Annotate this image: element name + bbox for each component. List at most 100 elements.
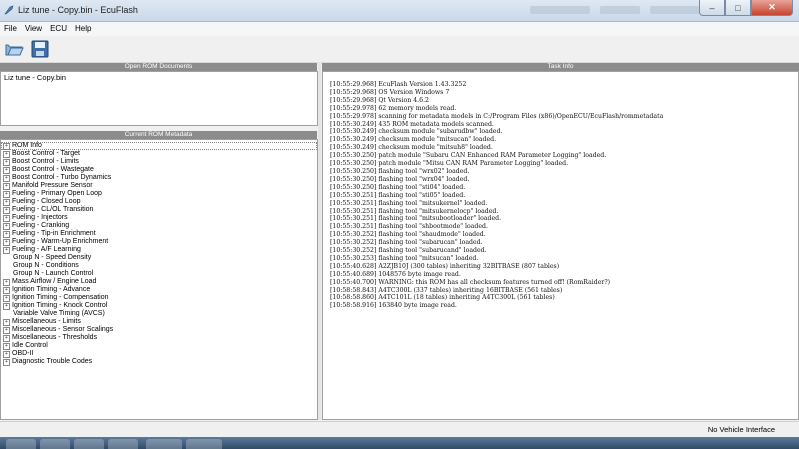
panel-splitter[interactable] <box>318 62 321 420</box>
menu-file[interactable]: File <box>0 22 21 35</box>
expand-icon[interactable]: + <box>3 182 10 190</box>
tree-item[interactable]: + Fueling - Closed Loop <box>1 198 317 206</box>
tree-item-label: Ignition Timing - Advance <box>12 286 91 293</box>
minimize-button[interactable]: – <box>699 0 725 16</box>
tree-item[interactable]: Variable Valve Timing (AVCS) <box>1 310 317 318</box>
tree-item[interactable]: + Ignition Timing - Advance <box>1 286 317 294</box>
tree-item[interactable]: + Fueling - A/F Learning <box>1 246 317 254</box>
expand-icon[interactable]: + <box>3 150 10 158</box>
close-button[interactable]: ✕ <box>751 0 793 16</box>
tree-item[interactable]: + Boost Control - Wastegate <box>1 166 317 174</box>
log-line: [10:55:30.249] checksum module "mitsuh8"… <box>330 144 493 152</box>
taskbar-item[interactable] <box>108 439 138 449</box>
expand-icon[interactable]: + <box>3 166 10 174</box>
tree-item[interactable]: + Fueling - CL/OL Transition <box>1 206 317 214</box>
expand-icon[interactable]: + <box>3 198 10 206</box>
floppy-save-icon[interactable] <box>30 39 50 59</box>
folder-open-icon[interactable] <box>4 39 24 59</box>
expand-icon[interactable]: + <box>3 358 10 366</box>
tree-item[interactable]: + Fueling - Cranking <box>1 222 317 230</box>
expand-icon[interactable]: + <box>3 302 10 310</box>
expand-icon[interactable]: + <box>3 206 10 214</box>
tree-item-label: Boost Control - Limits <box>12 158 79 165</box>
tree-item[interactable]: + Diagnostic Trouble Codes <box>1 358 317 366</box>
tree-item[interactable]: + Boost Control - Turbo Dynamics <box>1 174 317 182</box>
task-info-log[interactable]: [10:55:29.968] EcuFlash Version 1.43.325… <box>322 71 799 420</box>
expand-icon[interactable]: + <box>3 326 10 334</box>
tree-item[interactable]: + Miscellaneous - Sensor Scalings <box>1 326 317 334</box>
expand-icon[interactable]: + <box>3 238 10 246</box>
log-line: [10:55:30.251] flashing tool "mitsubootl… <box>330 215 502 223</box>
log-line: [10:55:30.251] flashing tool "mitsukerne… <box>330 207 499 215</box>
taskbar-item[interactable] <box>146 439 182 449</box>
tree-item-label: Fueling - Injectors <box>12 214 68 221</box>
menu-ecu[interactable]: ECU <box>46 22 71 35</box>
title-bar-decoration <box>650 6 705 14</box>
expand-icon[interactable]: + <box>3 334 10 342</box>
tree-item[interactable]: + Miscellaneous - Limits <box>1 318 317 326</box>
taskbar-item[interactable] <box>40 439 70 449</box>
tree-item-label: Fueling - CL/OL Transition <box>12 206 94 213</box>
expand-icon[interactable]: + <box>3 286 10 294</box>
tree-item[interactable]: + OBD-II <box>1 350 317 358</box>
metadata-tree[interactable]: + ROM Info + Boost Control - Target + Boost C… <box>0 139 318 420</box>
app-icon <box>4 5 14 15</box>
expand-icon[interactable]: + <box>3 214 10 222</box>
expand-icon[interactable]: + <box>3 190 10 198</box>
maximize-button[interactable]: □ <box>725 0 751 16</box>
expand-icon[interactable]: + <box>3 174 10 182</box>
tree-item[interactable]: + Manifold Pressure Sensor <box>1 182 317 190</box>
metadata-header: Current ROM Metadata <box>0 131 317 139</box>
tree-item[interactable]: + Mass Airflow / Engine Load <box>1 278 317 286</box>
tree-item-label: Miscellaneous - Thresholds <box>12 334 98 341</box>
tree-item[interactable]: + Boost Control - Limits <box>1 158 317 166</box>
log-lines: [10:55:29.968] EcuFlash Version 1.43.325… <box>323 72 798 310</box>
tree-item[interactable]: + Fueling - Warm-Up Enrichment <box>1 238 317 246</box>
tree-item[interactable]: Group N - Conditions <box>1 262 317 270</box>
expand-icon[interactable]: + <box>3 230 10 238</box>
expand-icon[interactable]: + <box>3 158 10 166</box>
expand-icon[interactable]: + <box>3 222 10 230</box>
tree-item[interactable]: + Ignition Timing - Compensation <box>1 294 317 302</box>
log-line: [10:55:30.250] patch module "Subaru CAN … <box>330 152 607 160</box>
menu-view[interactable]: View <box>21 22 46 35</box>
tree-item[interactable]: Group N - Launch Control <box>1 270 317 278</box>
tree-item[interactable]: Group N - Speed Density <box>1 254 317 262</box>
tree-item[interactable]: + Fueling - Injectors <box>1 214 317 222</box>
status-bar: No Vehicle Interface <box>0 421 799 438</box>
tree-item-label: Fueling - Closed Loop <box>12 198 81 205</box>
tree-item[interactable]: + Boost Control - Target <box>1 150 317 158</box>
rom-document-item[interactable]: Liz tune - Copy.bin <box>1 72 317 83</box>
tree-item-label: Group N - Speed Density <box>13 254 92 261</box>
tree-item[interactable]: + Miscellaneous - Thresholds <box>1 334 317 342</box>
expand-icon[interactable]: + <box>3 278 10 286</box>
log-line: [10:55:30.252] flashing tool "shaudmode"… <box>330 231 486 239</box>
toolbar <box>0 36 799 63</box>
expand-icon[interactable]: + <box>3 246 10 254</box>
tree-item-label: Fueling - Primary Open Loop <box>12 190 102 197</box>
tree-item[interactable]: + Idle Control <box>1 342 317 350</box>
menu-help[interactable]: Help <box>71 22 95 35</box>
log-line: [10:55:29.978] scanning for metadata mod… <box>330 112 664 120</box>
tree-item-label: Boost Control - Wastegate <box>12 166 94 173</box>
tree-item-label: ROM Info <box>12 142 42 149</box>
open-rom-list[interactable]: Liz tune - Copy.bin <box>0 71 318 126</box>
taskbar-item[interactable] <box>186 439 222 449</box>
log-line: [10:55:30.249] checksum module "mitsucan… <box>330 136 497 144</box>
tree-item[interactable]: + Fueling - Primary Open Loop <box>1 190 317 198</box>
title-bar[interactable]: Liz tune - Copy.bin - EcuFlash – □ ✕ <box>0 0 799 22</box>
log-line: [10:55:30.252] flashing tool "subarucan"… <box>330 239 483 247</box>
tree-item[interactable]: + Fueling - Tip-in Enrichment <box>1 230 317 238</box>
expand-icon[interactable]: + <box>3 342 10 350</box>
taskbar-item[interactable] <box>6 439 36 449</box>
task-info-header: Task Info <box>322 63 799 71</box>
taskbar-item[interactable] <box>74 439 104 449</box>
minimize-icon: – <box>709 2 715 13</box>
maximize-icon: □ <box>735 2 741 13</box>
tree-item[interactable]: + Ignition Timing - Knock Control <box>1 302 317 310</box>
expand-icon[interactable]: + <box>3 318 10 326</box>
expand-icon[interactable]: + <box>3 350 10 358</box>
tree-item[interactable]: + ROM Info <box>1 142 317 150</box>
expand-icon[interactable]: + <box>3 142 10 150</box>
expand-icon[interactable]: + <box>3 294 10 302</box>
